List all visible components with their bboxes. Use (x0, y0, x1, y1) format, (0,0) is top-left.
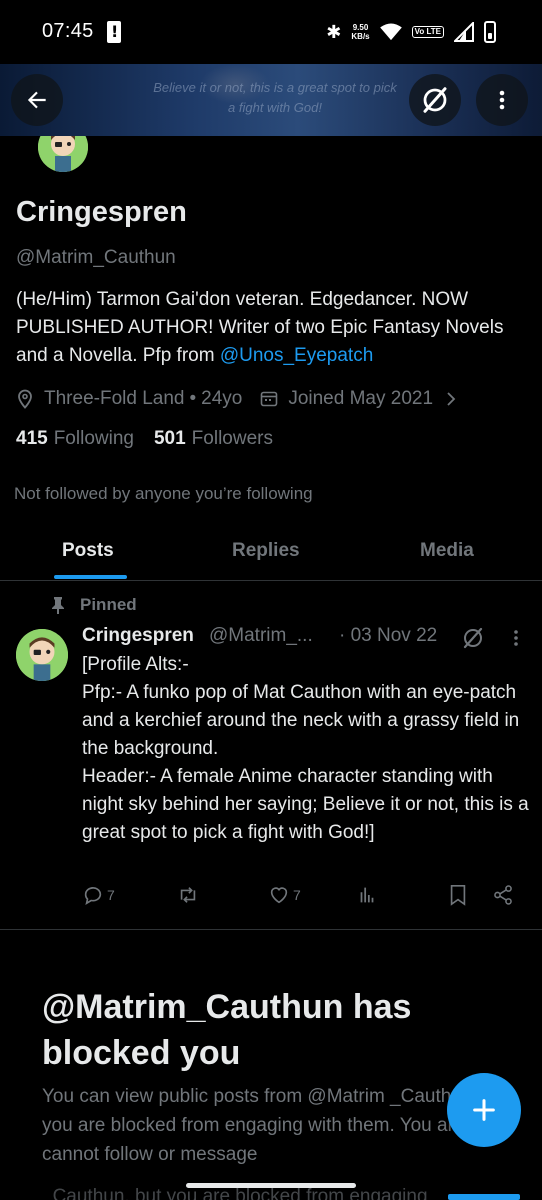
bookmark-icon (450, 885, 466, 906)
followers-label: Followers (191, 428, 273, 449)
status-bar: 07:45 ✱ 9.50 KB/s Vo LTE (0, 0, 542, 64)
pinned-label: Pinned (80, 595, 137, 614)
following-label: Following (53, 428, 134, 449)
reply-icon (84, 887, 102, 905)
views-button[interactable] (356, 884, 378, 906)
tab-posts[interactable]: Posts (62, 540, 114, 562)
followers-count: 501 (153, 428, 186, 449)
following-link[interactable]: 415 Following (16, 428, 134, 450)
net-speed-value: 9.50 (352, 23, 369, 32)
grok-button[interactable] (409, 74, 461, 126)
more-vertical-icon (499, 90, 505, 110)
share-button[interactable] (492, 884, 514, 906)
tweet-header: Cringespren @Matrim_... · 03 Nov 22 (82, 625, 528, 651)
heart-icon (270, 887, 288, 904)
blocked-title: @Matrim_Cauthun has blocked you (42, 988, 412, 1072)
like-button[interactable]: 7 (268, 884, 301, 906)
tab-media[interactable]: Media (420, 540, 474, 562)
reply-button[interactable]: 7 (82, 884, 115, 906)
calendar-icon (260, 390, 278, 408)
volte-badge: Vo LTE (411, 26, 444, 38)
back-arrow-icon (27, 91, 46, 109)
tweet-actions: 7 7 (82, 884, 522, 912)
bio-mention-link[interactable]: @Unos_Eyepatch (220, 345, 373, 366)
location-text: Three-Fold Land (44, 388, 185, 409)
status-icons: ✱ 9.50 KB/s Vo LTE (326, 18, 496, 46)
status-time: 07:45 (42, 20, 94, 42)
compose-post-button[interactable] (447, 1073, 521, 1147)
section-divider (0, 929, 542, 930)
alert-icon (107, 21, 121, 43)
repost-icon (180, 887, 196, 903)
not-followed-notice: Not followed by anyone you’re following (14, 484, 313, 503)
pinned-indicator: Pinned (50, 593, 137, 617)
age-text: 24yo (201, 388, 243, 409)
tweet-author-handle[interactable]: @Matrim_... (209, 625, 313, 647)
tab-replies[interactable]: Replies (232, 540, 300, 562)
chevron-right-icon[interactable] (445, 390, 457, 408)
following-count: 415 (16, 428, 48, 449)
home-indicator[interactable] (186, 1183, 356, 1188)
fab-shadow-edge (448, 1194, 520, 1200)
battery-icon (484, 21, 496, 43)
tweet-avatar[interactable] (16, 629, 68, 681)
grok-icon (423, 87, 447, 113)
tweet-text: [Profile Alts:- Pfp:- A funko pop of Mat… (82, 654, 529, 843)
location-separator: • (189, 388, 197, 409)
profile-avatar[interactable] (38, 136, 88, 172)
analytics-icon (360, 887, 374, 903)
more-options-button[interactable] (476, 74, 528, 126)
share-icon (494, 885, 512, 905)
profile-meta: Three-Fold Land • 24yo Joined May 2021 (16, 385, 457, 413)
blocked-description: You can view public posts from @Matrim _… (42, 1086, 510, 1165)
profile-bio: (He/Him) Tarmon Gai'don veteran. Edgedan… (16, 286, 526, 370)
net-speed-unit: KB/s (351, 32, 370, 41)
banner-text: Believe it or not, this is a great spot … (153, 80, 397, 115)
back-button[interactable] (11, 74, 63, 126)
bookmark-button[interactable] (448, 884, 468, 906)
joined-date: Joined May 2021 (288, 388, 434, 409)
tweet-author-name[interactable]: Cringespren (82, 625, 194, 647)
reply-count: 7 (107, 887, 115, 903)
signal-icon (454, 22, 474, 42)
plus-icon (473, 1099, 495, 1121)
pin-icon (50, 596, 66, 614)
location-icon (16, 389, 34, 409)
profile-tabs: Posts Replies Media (0, 522, 542, 581)
active-tab-indicator (54, 575, 127, 579)
like-count: 7 (293, 887, 301, 903)
repost-button[interactable] (176, 884, 200, 906)
bluetooth-icon: ✱ (326, 21, 342, 43)
profile-handle: @Matrim_Cauthun (16, 247, 176, 268)
profile-display-name: Cringespren (16, 196, 187, 228)
funko-avatar-icon (38, 136, 88, 172)
follow-counts: 415 Following 501 Followers (16, 428, 273, 450)
wifi-icon (379, 23, 402, 41)
tweet-date[interactable]: · 03 Nov 22 (339, 625, 437, 647)
followers-link[interactable]: 501 Followers (154, 428, 273, 450)
net-speed: 9.50 KB/s (351, 23, 369, 41)
funko-avatar-icon (16, 629, 68, 681)
